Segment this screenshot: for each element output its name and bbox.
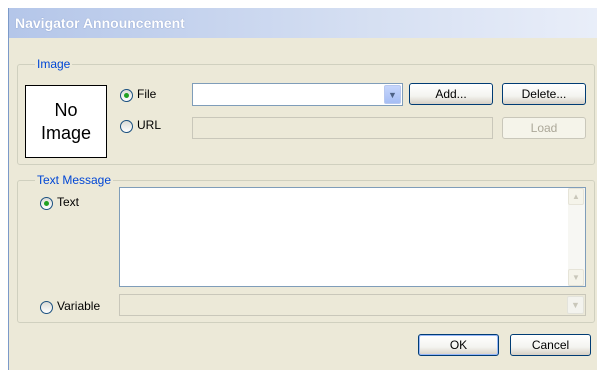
text-message-group-label: Text Message [35,173,114,187]
delete-button[interactable]: Delete... [502,83,586,105]
ok-button[interactable]: OK [418,334,499,356]
variable-combobox[interactable]: ▼ [119,294,586,316]
add-button[interactable]: Add... [409,83,493,105]
textarea-scrollbar[interactable]: ▲ ▼ [568,188,585,286]
title-bar[interactable]: Navigator Announcement [9,8,597,38]
file-dropdown-button[interactable]: ▼ [384,85,401,104]
no-image-line1: No [54,99,78,120]
window-title: Navigator Announcement [15,15,185,31]
url-radio-label[interactable]: URL [137,118,161,132]
file-radio[interactable] [120,89,133,102]
variable-radio-label[interactable]: Variable [57,299,100,313]
file-radio-label[interactable]: File [137,87,156,101]
file-combobox[interactable]: ▼ [192,83,403,106]
scroll-down-icon[interactable]: ▼ [568,269,584,286]
cancel-button[interactable]: Cancel [510,334,591,356]
variable-radio[interactable] [40,301,53,314]
image-preview: No Image [25,85,107,158]
no-image-line2: Image [40,122,92,143]
image-group-label: Image [35,57,73,71]
chevron-down-icon: ▼ [571,300,580,310]
chevron-down-icon: ▼ [388,89,397,100]
text-message-textarea[interactable]: ▲ ▼ [119,187,586,287]
load-button[interactable]: Load [502,117,586,139]
url-input[interactable] [192,117,493,139]
text-radio-label[interactable]: Text [57,195,79,209]
text-radio[interactable] [40,197,53,210]
scroll-up-icon[interactable]: ▲ [568,188,584,205]
variable-dropdown-button[interactable]: ▼ [567,296,584,314]
url-radio[interactable] [120,120,133,133]
